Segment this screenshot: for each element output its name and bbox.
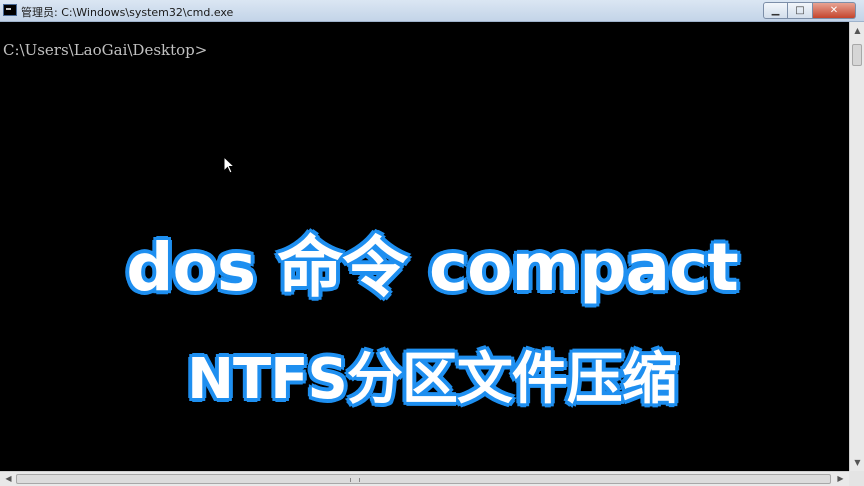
- horizontal-scroll-thumb[interactable]: [16, 474, 831, 484]
- command-prompt: C:\Users\LaoGai\Desktop>: [3, 41, 208, 59]
- vertical-scrollbar[interactable]: ▲ ▼: [849, 22, 864, 471]
- scroll-right-icon[interactable]: ▶: [834, 473, 847, 485]
- title-bar[interactable]: 管理员: C:\Windows\system32\cmd.exe ▁ □ ✕: [0, 0, 864, 22]
- scroll-down-icon[interactable]: ▼: [852, 456, 863, 469]
- overlay-subtitle: NTFS分区文件压缩: [187, 347, 678, 412]
- window-controls: ▁ □ ✕: [763, 2, 856, 19]
- scroll-left-icon[interactable]: ◀: [2, 473, 15, 485]
- vertical-scroll-thumb[interactable]: [852, 44, 862, 66]
- window-title: 管理员: C:\Windows\system32\cmd.exe: [21, 6, 234, 19]
- overlay-title: dos 命令 compact: [126, 229, 739, 306]
- grip-icon: [350, 478, 360, 482]
- minimize-icon: ▁: [771, 5, 780, 16]
- close-icon: ✕: [829, 5, 839, 16]
- maximize-button[interactable]: □: [788, 2, 813, 19]
- scrollbar-corner: [849, 471, 864, 486]
- minimize-button[interactable]: ▁: [763, 2, 788, 19]
- maximize-icon: □: [795, 5, 805, 16]
- mouse-pointer-icon: [223, 156, 235, 174]
- close-button[interactable]: ✕: [813, 2, 856, 19]
- cmd-icon[interactable]: [3, 4, 17, 16]
- scroll-up-icon[interactable]: ▲: [852, 24, 863, 37]
- horizontal-scrollbar[interactable]: ◀ ▶: [0, 471, 849, 486]
